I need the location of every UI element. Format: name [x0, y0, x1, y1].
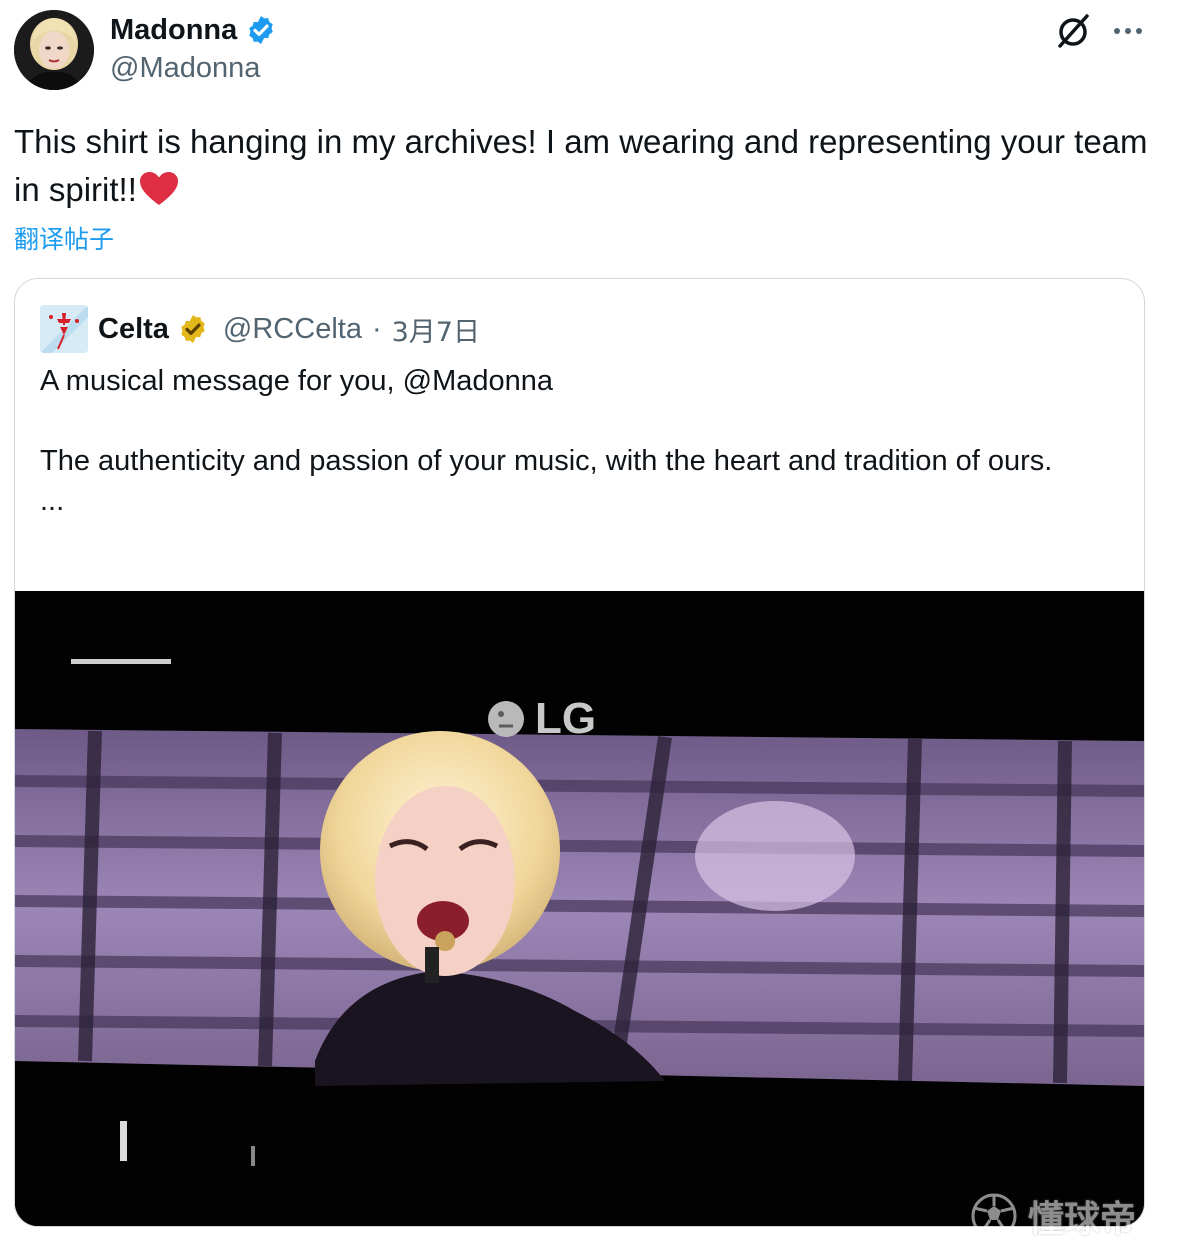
celta-avatar[interactable]: [40, 305, 88, 353]
watermark-text: 懂球帝: [1028, 1199, 1137, 1240]
tweet-text: This shirt is hanging in my archives! I …: [14, 118, 1154, 220]
quoted-tweet-card[interactable]: Celta @RCCelta · 3月7日 A musical message …: [14, 278, 1145, 1227]
translate-post-link[interactable]: 翻译帖子: [14, 220, 114, 256]
watermark: 懂球帝: [970, 1190, 1136, 1242]
quoted-line-1: A musical message for you, @Madonna: [40, 365, 554, 397]
quoted-line-2: The authenticity and passion of your mus…: [40, 445, 1053, 477]
heart-icon: [139, 172, 178, 205]
quoted-line-3: ...: [40, 485, 65, 517]
lg-logo-text: LG: [535, 694, 597, 743]
quoted-video-thumbnail[interactable]: LG: [15, 591, 1144, 1226]
avatar-image: [14, 10, 94, 90]
meta-separator: ·: [371, 312, 382, 345]
grok-icon[interactable]: [1054, 12, 1092, 50]
quoted-author-name[interactable]: Celta: [98, 313, 169, 346]
video-frame: [15, 591, 1144, 1226]
gold-verified-badge-icon: [181, 315, 205, 343]
author-avatar[interactable]: [14, 10, 94, 90]
quoted-author-handle[interactable]: @RCCelta: [223, 313, 362, 346]
celta-crest-icon: [40, 305, 88, 353]
author-name-row[interactable]: Madonna: [110, 10, 277, 50]
verified-badge-icon: [249, 16, 274, 44]
author-handle[interactable]: @Madonna: [110, 52, 260, 85]
quoted-tweet-text: A musical message for you, @Madonna The …: [40, 361, 1120, 521]
screen-logo: LG: [485, 694, 596, 744]
soccer-ball-icon: [971, 1193, 1017, 1239]
more-options-button[interactable]: [1106, 14, 1150, 48]
more-icon: [1114, 28, 1142, 34]
author-name[interactable]: Madonna: [110, 14, 237, 47]
heart-emoji: [139, 171, 179, 220]
lg-logo-icon: [488, 701, 524, 737]
quoted-tweet-date[interactable]: 3月7日: [392, 310, 480, 349]
grok-glyph-icon: [1058, 14, 1089, 48]
tweet-body: This shirt is hanging in my archives! I …: [14, 123, 1148, 208]
quoted-tweet-header: Celta @RCCelta · 3月7日: [40, 304, 480, 354]
